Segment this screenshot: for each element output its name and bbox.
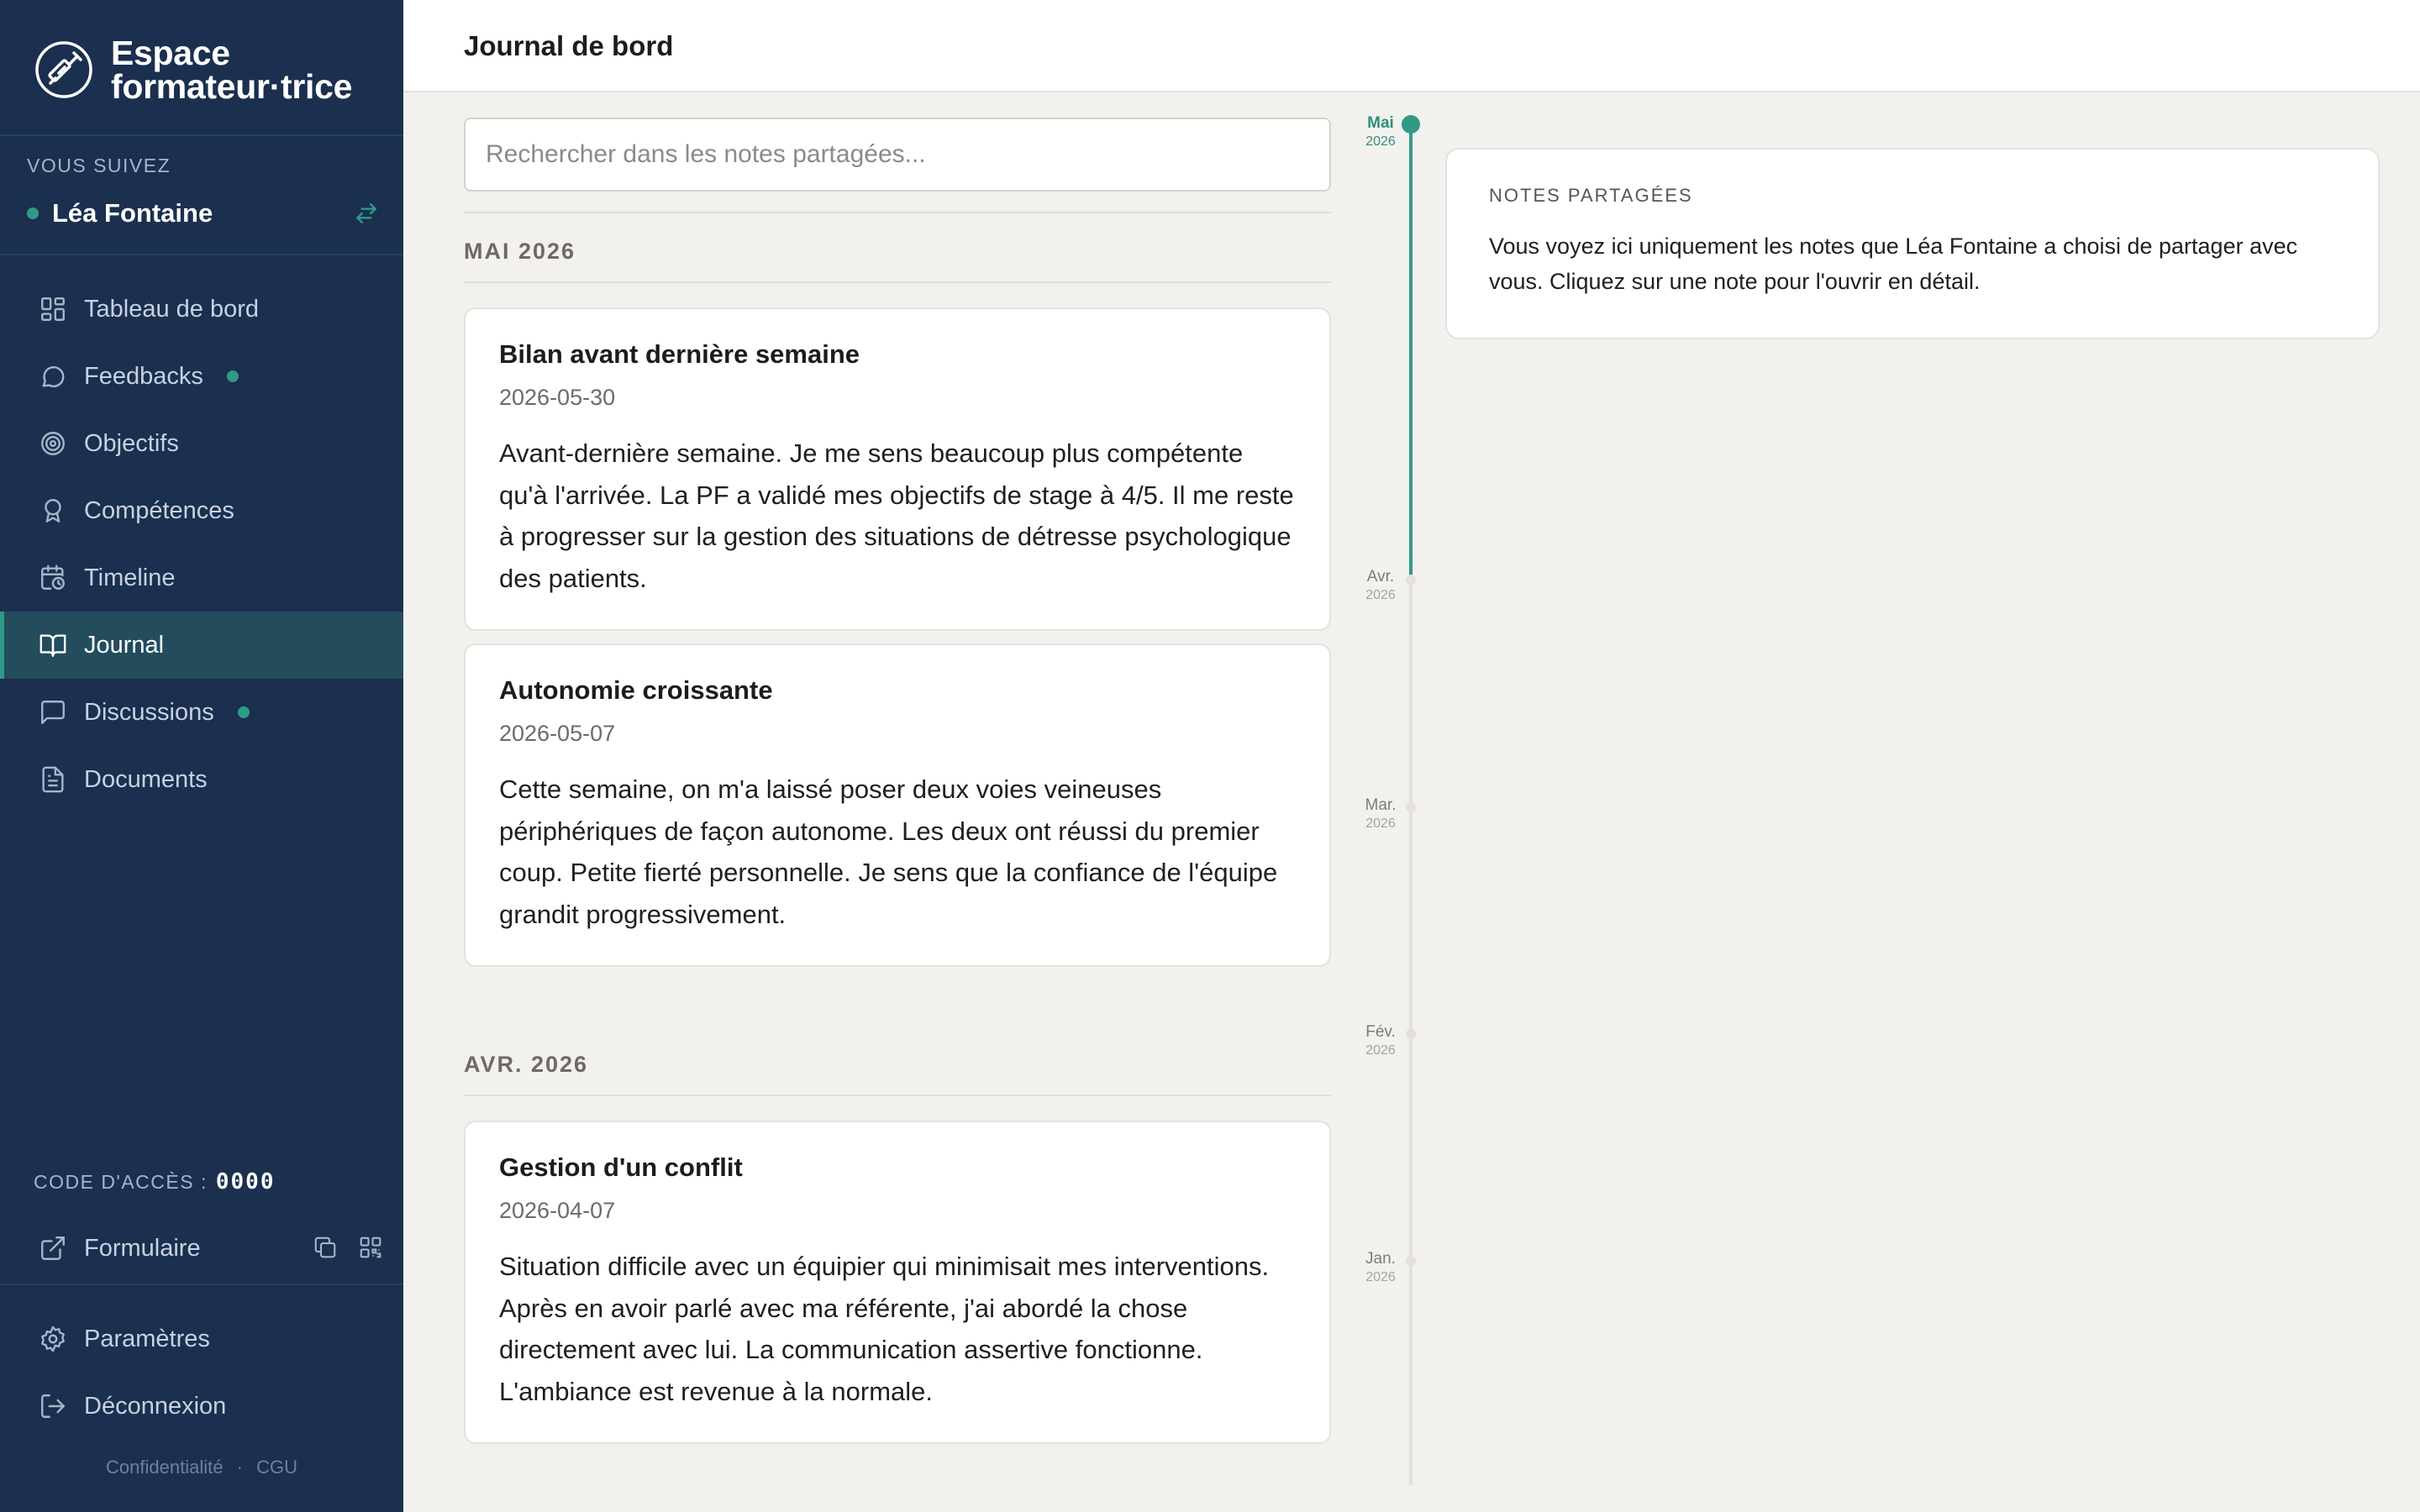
entry-title: Bilan avant dernière semaine xyxy=(499,339,860,369)
nav-item-journal[interactable]: Journal xyxy=(0,612,403,679)
external-link-icon xyxy=(41,1236,65,1260)
nav-item-documents[interactable]: Documents xyxy=(0,746,403,813)
gear-icon xyxy=(41,1326,65,1352)
entry-body: Cette semaine, on m'a laissé poser deux … xyxy=(499,774,1278,929)
info-panel-title: NOTES PARTAGÉES xyxy=(1489,185,1693,206)
journal-entry-card[interactable]: Gestion d'un conflit 2026-04-07 Situatio… xyxy=(464,1121,1331,1444)
timeline-month-dot xyxy=(1406,1029,1416,1039)
timeline-month-jan[interactable]: Jan. 2026 xyxy=(1360,1250,1402,1287)
nav-label: Objectifs xyxy=(84,429,179,457)
form-link-label: Formulaire xyxy=(84,1234,201,1262)
timeline-month-avr[interactable]: Avr. 2026 xyxy=(1360,568,1402,605)
access-code-label: CODE D'ACCÈS : xyxy=(34,1170,208,1193)
qr-code-icon[interactable] xyxy=(358,1235,383,1260)
syringe-logo-icon xyxy=(35,41,92,98)
calendar-clock-icon xyxy=(41,564,65,590)
divider xyxy=(0,254,403,255)
nav-label: Déconnexion xyxy=(84,1392,227,1420)
brand-line-2: formateur·trice xyxy=(111,67,353,106)
shared-notes-info-panel: NOTES PARTAGÉES Vous voyez ici uniquemen… xyxy=(1445,148,2380,339)
page-header: Journal de bord xyxy=(403,0,2420,92)
timeline-handle[interactable] xyxy=(1402,115,1420,134)
privacy-link[interactable]: Confidentialité xyxy=(106,1457,223,1478)
divider xyxy=(464,281,1331,283)
timeline-progress xyxy=(1409,124,1413,580)
nav-label: Tableau de bord xyxy=(84,295,259,323)
footer-separator: · xyxy=(236,1457,243,1478)
brand-line-1: Espace xyxy=(111,34,230,72)
nav-item-tableau-de-bord[interactable]: Tableau de bord xyxy=(0,276,403,343)
target-icon xyxy=(41,432,65,455)
dashboard-icon xyxy=(41,297,65,321)
entry-date: 2026-05-30 xyxy=(499,385,616,410)
journal-entry-card[interactable]: Bilan avant dernière semaine 2026-05-30 … xyxy=(464,307,1331,631)
nav-item-objectifs[interactable]: Objectifs xyxy=(0,410,403,477)
month-header-mai-2026: MAI 2026 xyxy=(464,239,576,264)
entry-date: 2026-04-07 xyxy=(499,1198,616,1223)
page-title: Journal de bord xyxy=(464,30,674,61)
divider xyxy=(0,1284,403,1285)
timeline-month-mai[interactable]: Mai 2026 xyxy=(1360,114,1402,151)
journal-entry-card[interactable]: Autonomie croissante 2026-05-07 Cette se… xyxy=(464,643,1331,967)
followed-user[interactable]: Léa Fontaine xyxy=(27,197,380,230)
info-panel-text: Vous voyez ici uniquement les notes que … xyxy=(1489,234,2298,294)
nav-label: Timeline xyxy=(84,564,176,591)
terms-link[interactable]: CGU xyxy=(256,1457,297,1478)
entry-title: Gestion d'un conflit xyxy=(499,1152,743,1182)
footer-links: Confidentialité · CGU xyxy=(0,1457,403,1478)
timeline-month-mar[interactable]: Mar. 2026 xyxy=(1360,796,1402,833)
follow-label: VOUS SUIVEZ xyxy=(27,155,171,176)
chat-bubble-icon xyxy=(42,366,65,388)
divider xyxy=(0,134,403,136)
access-code: CODE D'ACCÈS : 0000 xyxy=(34,1169,276,1194)
nav-item-discussions[interactable]: Discussions xyxy=(0,679,403,746)
award-icon xyxy=(45,499,61,522)
timeline-month-fev[interactable]: Fév. 2026 xyxy=(1360,1023,1402,1060)
timeline-month-dot xyxy=(1406,802,1416,812)
brand[interactable]: Espace formateur·trice xyxy=(34,32,352,108)
entry-body: Situation difficile avec un équipier qui… xyxy=(499,1252,1270,1406)
sidebar: Espace formateur·trice VOUS SUIVEZ Léa F… xyxy=(0,0,403,1512)
nav-item-parametres[interactable]: Paramètres xyxy=(0,1305,403,1373)
notification-dot xyxy=(237,706,250,718)
nav-label: Paramètres xyxy=(84,1325,210,1352)
form-actions xyxy=(313,1235,383,1260)
nav-label: Feedbacks xyxy=(84,362,203,390)
entry-body: Avant-dernière semaine. Je me sens beauc… xyxy=(499,438,1294,593)
timeline-month-dot xyxy=(1406,575,1416,585)
logout-icon xyxy=(41,1394,65,1418)
swap-user-icon[interactable] xyxy=(353,200,380,227)
message-square-icon xyxy=(41,701,65,724)
notification-dot xyxy=(226,370,239,382)
timeline-month-dot xyxy=(1406,1256,1416,1266)
nav-item-competences[interactable]: Compétences xyxy=(0,477,403,544)
divider xyxy=(464,1095,1331,1096)
nav-label: Documents xyxy=(84,765,208,793)
nav-item-deconnexion[interactable]: Déconnexion xyxy=(0,1373,403,1440)
nav-label: Compétences xyxy=(84,496,234,524)
nav-label: Journal xyxy=(84,631,165,659)
divider xyxy=(464,212,1331,213)
form-link[interactable]: Formulaire xyxy=(39,1231,383,1265)
bottom-nav: Paramètres Déconnexion xyxy=(0,1305,403,1440)
month-header-avr-2026: AVR. 2026 xyxy=(464,1052,589,1077)
copy-icon[interactable] xyxy=(313,1235,338,1260)
nav-item-feedbacks[interactable]: Feedbacks xyxy=(0,343,403,410)
document-icon xyxy=(42,766,64,793)
followed-user-name: Léa Fontaine xyxy=(52,198,213,228)
entry-title: Autonomie croissante xyxy=(499,675,773,705)
book-open-icon xyxy=(39,634,66,657)
nav-label: Discussions xyxy=(84,698,214,726)
nav-item-timeline[interactable]: Timeline xyxy=(0,544,403,612)
online-status-dot xyxy=(27,207,39,219)
main-nav: Tableau de bord Feedbacks Objectifs Comp… xyxy=(0,276,403,813)
search-input[interactable] xyxy=(464,118,1331,192)
entry-date: 2026-05-07 xyxy=(499,721,616,746)
access-code-value: 0000 xyxy=(215,1169,276,1194)
